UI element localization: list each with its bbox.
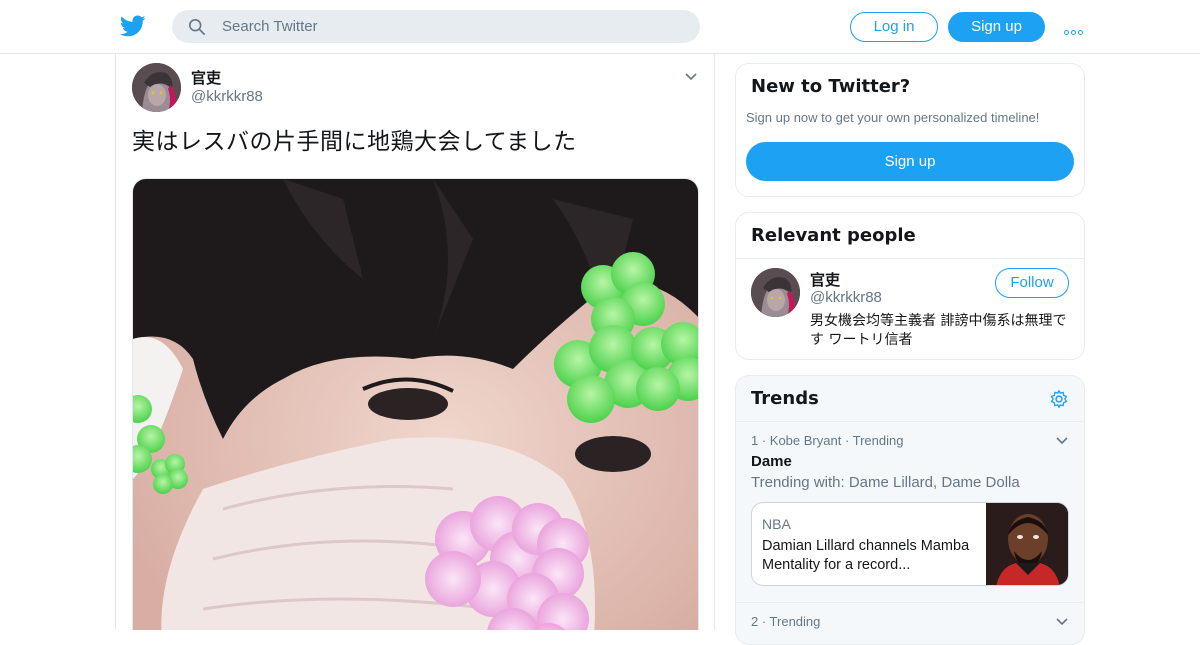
divider [736,258,1084,259]
news-thumbnail [986,503,1068,585]
more-options-icon[interactable] [1064,20,1086,35]
tweet-photo[interactable] [132,178,699,630]
follow-button[interactable]: Follow [995,268,1069,298]
tweet-author-handle[interactable]: @kkrkkr88 [191,88,263,105]
tweet-panel: 官吏 @kkrkkr88 実はレスバの片手間に地鶏大会してました [115,54,715,630]
chevron-down-icon[interactable] [1055,436,1069,446]
new-to-twitter-title: New to Twitter? [751,76,911,97]
trend-meta: 1 · Kobe Bryant · Trending [751,433,904,448]
person-bio: 男女機会均等主義者 誹謗中傷系は無理です ワートリ信者 [810,313,1067,348]
trend-title[interactable]: Dame [751,453,792,470]
search-input[interactable] [222,10,682,43]
news-headline: Damian Lillard channels Mamba Mentality … [762,538,970,573]
search-bar[interactable] [172,10,700,43]
signup-button[interactable]: Sign up [948,12,1045,42]
chevron-down-icon[interactable] [684,72,698,82]
chevron-down-icon[interactable] [1055,617,1069,627]
person-avatar[interactable] [751,268,800,317]
person-handle[interactable]: @kkrkkr88 [810,289,882,306]
twitter-logo-icon[interactable] [120,13,146,39]
divider [736,421,1084,422]
tweet-text: 実はレスバの片手間に地鶏大会してました [132,129,577,155]
sidebar-signup-button[interactable]: Sign up [746,142,1074,181]
relevant-people-card: Relevant people 官吏 @kkrkkr88 Follow 男女機会… [735,212,1085,360]
photo-image [133,179,698,630]
login-button[interactable]: Log in [850,12,938,42]
trends-card: Trends 1 · Kobe Bryant · Trending Dame T… [735,375,1085,645]
trend-news-card[interactable]: NBA Damian Lillard channels Mamba Mental… [751,502,1069,586]
new-to-twitter-subtitle: Sign up now to get your own personalized… [746,110,1040,125]
gear-icon[interactable] [1049,389,1069,409]
avatar-image [751,268,800,317]
relevant-people-title: Relevant people [751,225,916,246]
avatar-image [132,63,181,112]
new-to-twitter-card: New to Twitter? Sign up now to get your … [735,63,1085,197]
tweet-author-name[interactable]: 官吏 [191,67,221,88]
search-icon [188,18,206,36]
trends-title: Trends [751,388,819,409]
news-thumbnail-image [986,503,1068,585]
avatar[interactable] [132,63,181,112]
news-source: NBA [762,516,791,532]
trend-meta: 2 · Trending [751,614,821,629]
trend-trending-with: Trending with: Dame Lillard, Dame Dolla [751,474,1020,491]
person-name[interactable]: 官吏 [810,269,840,290]
divider [736,602,1084,603]
top-bar: Log in Sign up [0,0,1200,54]
